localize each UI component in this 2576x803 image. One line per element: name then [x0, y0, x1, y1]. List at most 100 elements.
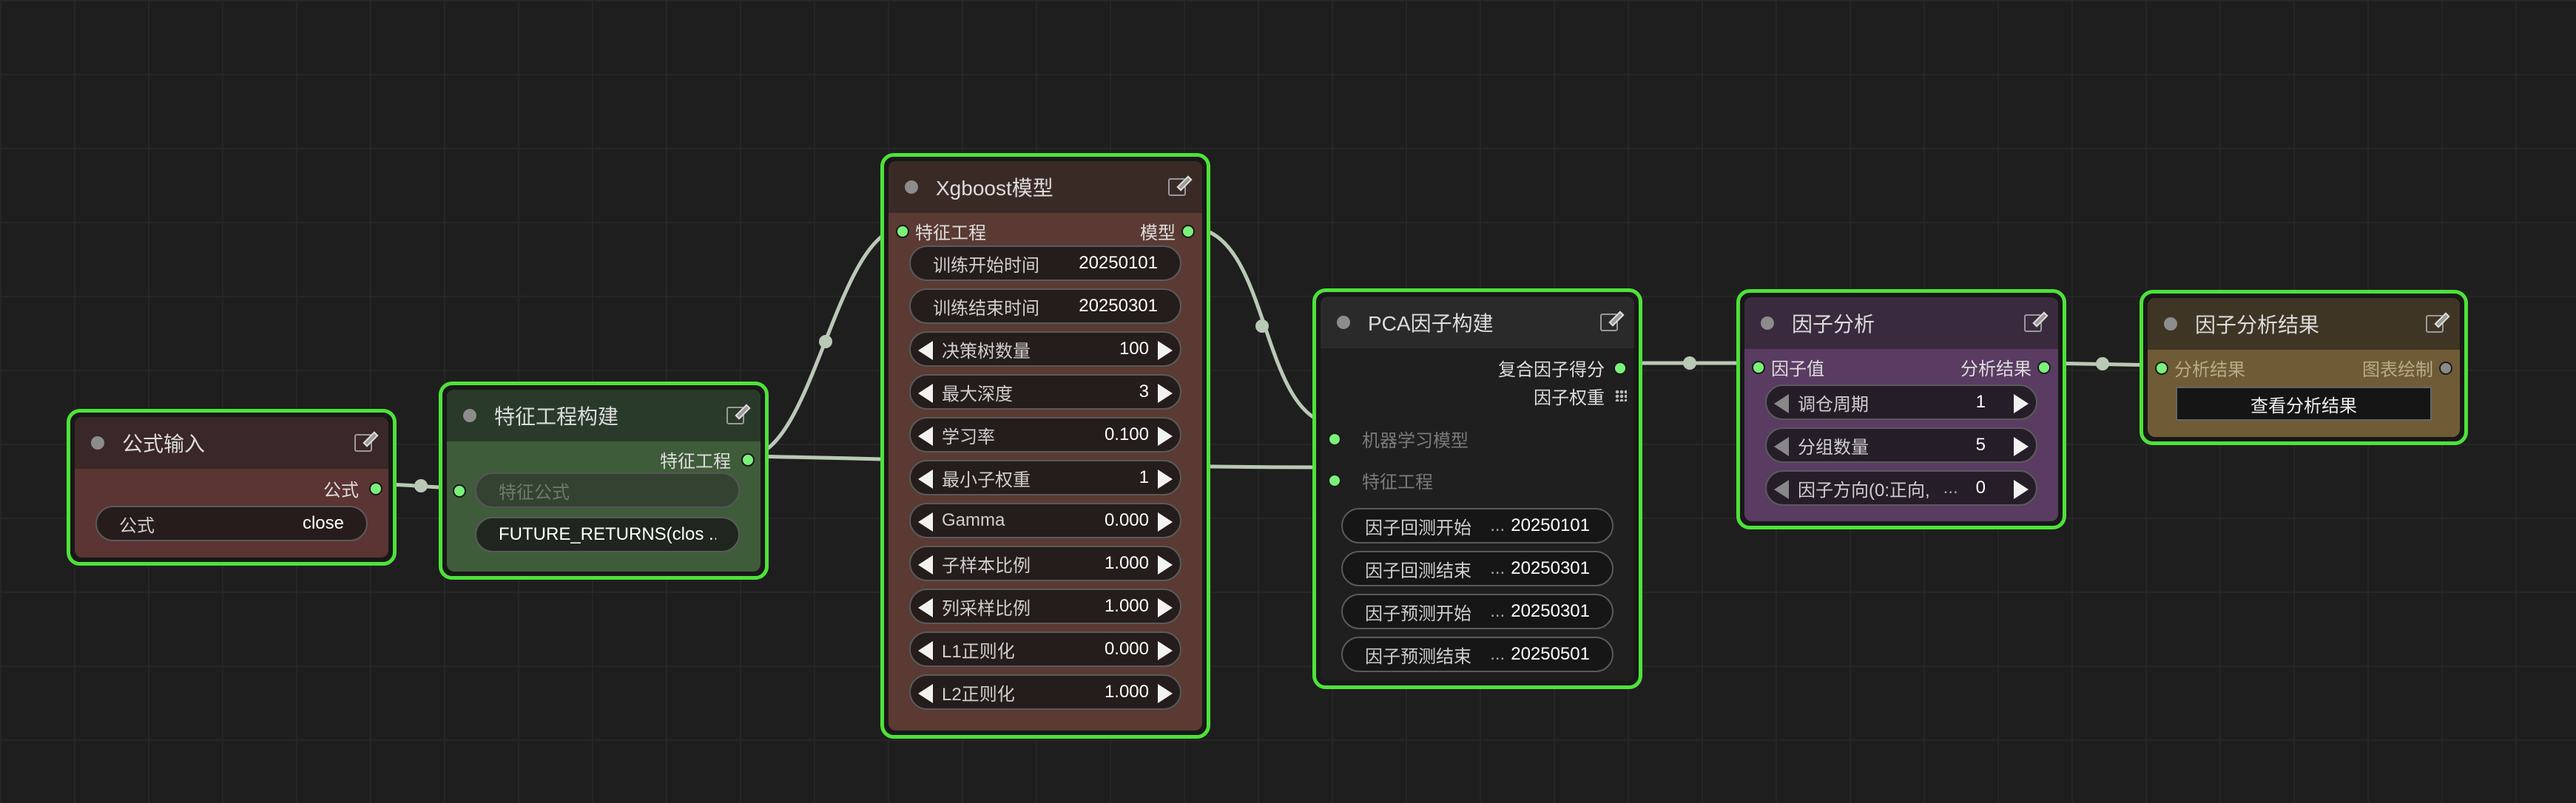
increment-arrow-icon[interactable] [1158, 341, 1173, 360]
number-stepper[interactable]: 最大深度 3 [909, 374, 1181, 410]
param-value: 0.100 [1104, 424, 1149, 444]
text-field[interactable]: 训练结束时间 20250301 [909, 288, 1181, 324]
node-header[interactable]: 公式输入 [75, 417, 388, 469]
decrement-arrow-icon[interactable] [918, 641, 933, 660]
decrement-arrow-icon[interactable] [918, 384, 933, 403]
feature-formula-input[interactable]: 特征公式 [475, 472, 740, 508]
param-value: 1.000 [1104, 553, 1149, 573]
param-value: 20250101 [1511, 515, 1590, 535]
number-stepper[interactable]: 决策树数量 100 [909, 331, 1181, 367]
node-analysis-result[interactable]: 因子分析结果 分析结果 图表绘制 查看分析结果 [2140, 290, 2468, 445]
decrement-arrow-icon[interactable] [918, 341, 933, 360]
param-label: 最大深度 [942, 384, 1013, 404]
number-stepper[interactable]: 因子方向(0:正向,... 0 [1765, 470, 2037, 506]
decrement-arrow-icon[interactable] [918, 684, 933, 703]
increment-arrow-icon[interactable] [1158, 598, 1173, 617]
edit-icon[interactable] [2024, 314, 2042, 332]
collapse-dot-icon[interactable] [1337, 316, 1350, 329]
increment-arrow-icon[interactable] [2014, 480, 2029, 499]
output-port[interactable] [1614, 362, 1627, 375]
text-field[interactable]: 训练开始时间 20250101 [909, 245, 1181, 281]
collapse-dot-icon[interactable] [905, 180, 918, 194]
wire-midpoint[interactable] [1255, 319, 1269, 333]
view-analysis-button[interactable]: 查看分析结果 [2176, 387, 2432, 421]
formula-field[interactable]: 公式 close [95, 506, 368, 541]
node-xgboost[interactable]: Xgboost模型 特征工程 模型 训练开始时间 20250101 训练结束时间 20… [880, 153, 1210, 739]
number-stepper[interactable]: 调仓周期 1 [1765, 384, 2037, 420]
node-header[interactable]: 特征工程构建 [447, 390, 761, 441]
number-stepper[interactable]: 子样本比例 1.000 [909, 546, 1181, 581]
increment-arrow-icon[interactable] [1158, 641, 1173, 660]
output-port[interactable] [369, 482, 382, 495]
number-stepper[interactable]: 学习率 0.100 [909, 417, 1181, 453]
number-stepper[interactable]: L1正则化 0.000 [909, 631, 1181, 667]
wire-midpoint[interactable] [2096, 357, 2109, 370]
decrement-arrow-icon[interactable] [918, 598, 933, 617]
input-port[interactable] [453, 484, 466, 498]
increment-arrow-icon[interactable] [1158, 684, 1173, 703]
increment-arrow-icon[interactable] [2014, 437, 2029, 456]
output-port[interactable] [1181, 225, 1195, 238]
node-factor-analysis[interactable]: 因子分析 因子值 分析结果 调仓周期 1 分组数量 5 因子方向(0:正向,... 0 [1736, 289, 2066, 529]
collapse-dot-icon[interactable] [1761, 316, 1774, 330]
edit-icon[interactable] [354, 434, 372, 452]
increment-arrow-icon[interactable] [1158, 384, 1173, 403]
node-title: 因子分析 [1792, 313, 1875, 336]
edit-icon[interactable] [1600, 314, 1618, 331]
ellipsis: ... [1943, 478, 1958, 498]
output-port[interactable] [2439, 362, 2452, 375]
number-stepper[interactable]: 最小子权重 1 [909, 460, 1181, 495]
date-field[interactable]: 因子回测结束... 20250301 [1341, 551, 1614, 586]
wire-midpoint[interactable] [819, 335, 832, 348]
button-label: 查看分析结果 [2250, 396, 2357, 416]
increment-arrow-icon[interactable] [1158, 555, 1173, 575]
node-header[interactable]: 因子分析结果 [2148, 298, 2460, 350]
decrement-arrow-icon[interactable] [918, 555, 933, 575]
number-stepper[interactable]: 列采样比例 1.000 [909, 589, 1181, 624]
date-field[interactable]: 因子回测开始... 20250101 [1341, 508, 1614, 543]
edit-icon[interactable] [2426, 315, 2444, 333]
input-label: 因子值 [1771, 359, 1824, 379]
param-label: 分组数量 [1798, 437, 1869, 458]
increment-arrow-icon[interactable] [2014, 394, 2029, 413]
node-feature-build[interactable]: 特征工程构建 特征工程 特征公式 FUTURE_RETURNS(clos ... [439, 382, 769, 580]
output-label: 分析结果 [1960, 359, 2032, 379]
input-port[interactable] [1752, 361, 1765, 374]
feature-formula-value[interactable]: FUTURE_RETURNS(clos ... [475, 517, 740, 552]
node-pca[interactable]: PCA因子构建 复合因子得分 因子权重 机器学习模型 特征工程 因子回测开始..… [1312, 288, 1642, 689]
output-port[interactable] [741, 453, 755, 467]
decrement-arrow-icon[interactable] [1774, 394, 1789, 413]
decrement-arrow-icon[interactable] [918, 427, 933, 446]
increment-arrow-icon[interactable] [1158, 427, 1173, 446]
wire-midpoint[interactable] [1683, 356, 1696, 370]
node-formula-input[interactable]: 公式输入 公式 公式 close [67, 409, 397, 566]
date-field[interactable]: 因子预测开始... 20250301 [1341, 594, 1614, 629]
collapse-dot-icon[interactable] [463, 409, 476, 422]
collapse-dot-icon[interactable] [2164, 317, 2177, 331]
input-port[interactable] [1328, 474, 1341, 487]
number-stepper[interactable]: 分组数量 5 [1765, 427, 2037, 463]
decrement-arrow-icon[interactable] [1774, 480, 1789, 499]
increment-arrow-icon[interactable] [1158, 512, 1173, 532]
node-header[interactable]: PCA因子构建 [1321, 297, 1634, 348]
input-port[interactable] [2155, 362, 2168, 375]
edit-icon[interactable] [1168, 178, 1186, 196]
wire-midpoint[interactable] [414, 479, 428, 492]
number-stepper[interactable]: L2正则化 1.000 [909, 674, 1181, 710]
decrement-arrow-icon[interactable] [918, 512, 933, 532]
param-label: L2正则化 [942, 684, 1015, 705]
decrement-arrow-icon[interactable] [1774, 437, 1789, 456]
collapse-dot-icon[interactable] [91, 436, 104, 450]
increment-arrow-icon[interactable] [1158, 470, 1173, 489]
output-label: 特征工程 [660, 451, 731, 472]
edit-icon[interactable] [726, 407, 744, 424]
node-header[interactable]: 因子分析 [1744, 297, 2058, 349]
number-stepper[interactable]: Gamma 0.000 [909, 503, 1181, 538]
grid-output-port-icon[interactable] [1615, 390, 1627, 402]
output-port[interactable] [2037, 361, 2051, 374]
input-port[interactable] [1328, 433, 1341, 446]
input-port[interactable] [896, 225, 909, 238]
node-header[interactable]: Xgboost模型 [889, 161, 1202, 213]
date-field[interactable]: 因子预测结束... 20250501 [1341, 637, 1614, 672]
decrement-arrow-icon[interactable] [918, 470, 933, 489]
